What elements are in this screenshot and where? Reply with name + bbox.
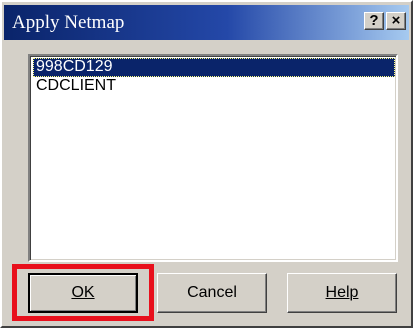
- help-icon[interactable]: ?: [364, 12, 384, 30]
- apply-netmap-dialog: Apply Netmap ? × 998CD129 CDCLIENT OK Ca…: [0, 0, 413, 328]
- help-button-label: Help: [325, 284, 359, 301]
- netmap-list[interactable]: 998CD129 CDCLIENT: [28, 54, 398, 262]
- cancel-button-label: Cancel: [187, 284, 237, 301]
- close-icon[interactable]: ×: [386, 12, 406, 30]
- list-item[interactable]: CDCLIENT: [33, 77, 395, 96]
- title-bar[interactable]: Apply Netmap ? ×: [4, 5, 409, 40]
- list-item[interactable]: 998CD129: [33, 58, 395, 77]
- help-button[interactable]: Help: [287, 273, 397, 313]
- window-title: Apply Netmap: [12, 12, 125, 33]
- cancel-button[interactable]: Cancel: [157, 273, 267, 313]
- ok-highlight-annotation: [12, 264, 154, 321]
